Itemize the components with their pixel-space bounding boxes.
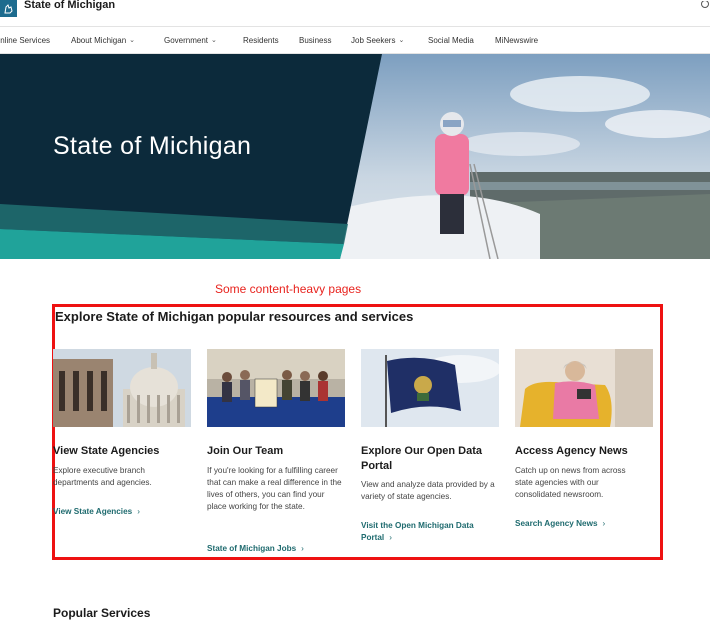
- card-title[interactable]: Join Our Team: [207, 444, 283, 459]
- nav-item-minewswire[interactable]: MiNewswire: [495, 37, 538, 45]
- nav-item-about-michigan[interactable]: About Michigan ⌄: [71, 37, 135, 45]
- nav-item-government[interactable]: Government ⌄: [164, 37, 217, 45]
- chevron-right-icon: ›: [137, 507, 140, 516]
- nav-item-residents[interactable]: Residents: [243, 37, 279, 45]
- hero-banner: State of Michigan: [0, 54, 710, 259]
- nav-item-label: Residents: [243, 36, 279, 45]
- card-title[interactable]: Explore Our Open Data Portal: [361, 444, 496, 474]
- nav-item-label: Social Media: [428, 36, 474, 45]
- card-link-label: Visit the Open Michigan Data Portal: [361, 521, 474, 542]
- state-jobs-link[interactable]: State of Michigan Jobs ›: [207, 543, 304, 555]
- card-description: Explore executive branch departments and…: [53, 466, 152, 487]
- nav-item-business[interactable]: Business: [299, 37, 331, 45]
- card-link-label: Search Agency News: [515, 519, 598, 528]
- chevron-down-icon: ⌄: [398, 37, 405, 44]
- chevron-down-icon: ⌄: [129, 37, 136, 44]
- nav-item-label: Job Seekers: [351, 36, 396, 45]
- hero-title: State of Michigan: [53, 132, 252, 160]
- site-header: State of Michigan: [0, 0, 710, 27]
- capitol-dome-image: [53, 349, 191, 427]
- michigan-logo-icon[interactable]: [0, 0, 17, 17]
- nav-item-label: About Michigan: [71, 36, 127, 45]
- nav-item-label: Online Services: [0, 36, 51, 45]
- search-icon[interactable]: [700, 0, 710, 12]
- open-data-portal-link[interactable]: Visit the Open Michigan Data Portal ›: [361, 520, 496, 544]
- card-title[interactable]: View State Agencies: [53, 444, 159, 459]
- resource-card-news: Access Agency News Catch up on news from…: [515, 349, 653, 528]
- nav-item-online-services[interactable]: Online Services: [0, 37, 50, 45]
- resource-card-open-data: Explore Our Open Data Portal View and an…: [361, 349, 499, 542]
- nav-item-label: Business: [299, 36, 332, 45]
- popular-services-heading: Popular Services: [53, 606, 151, 620]
- site-title[interactable]: State of Michigan: [24, 0, 115, 11]
- annotation-label: Some content-heavy pages: [215, 282, 362, 296]
- nav-item-label: MiNewswire: [495, 36, 539, 45]
- card-link-label: State of Michigan Jobs: [207, 544, 297, 553]
- nav-item-job-seekers[interactable]: Job Seekers ⌄: [351, 37, 404, 45]
- card-description: View and analyze data provided by a vari…: [361, 480, 495, 501]
- card-title[interactable]: Access Agency News: [515, 444, 628, 459]
- resource-card-jobs: Join Our Team If you're looking for a fu…: [207, 349, 345, 553]
- main-navigation: Online Services About Michigan ⌄ Governm…: [0, 27, 710, 54]
- team-photo-image: [207, 349, 345, 427]
- nav-item-social-media[interactable]: Social Media: [428, 37, 474, 45]
- nav-item-label: Government: [164, 36, 209, 45]
- chevron-right-icon: ›: [301, 544, 304, 553]
- search-agency-news-link[interactable]: Search Agency News ›: [515, 518, 605, 530]
- card-description: If you're looking for a fulfilling caree…: [207, 466, 342, 511]
- card-link-label: View State Agencies: [53, 507, 133, 516]
- resources-heading: Explore State of Michigan popular resour…: [55, 309, 414, 324]
- chevron-right-icon: ›: [602, 519, 606, 528]
- chevron-down-icon: ⌄: [211, 37, 217, 44]
- card-description: Catch up on news from across state agenc…: [515, 466, 626, 499]
- resource-card-agencies: View State Agencies Explore executive br…: [53, 349, 191, 516]
- michigan-flag-image: [361, 349, 499, 427]
- woman-reading-tablet-image: [515, 349, 653, 427]
- chevron-right-icon: ›: [389, 533, 392, 542]
- view-state-agencies-link[interactable]: View State Agencies ›: [53, 506, 140, 518]
